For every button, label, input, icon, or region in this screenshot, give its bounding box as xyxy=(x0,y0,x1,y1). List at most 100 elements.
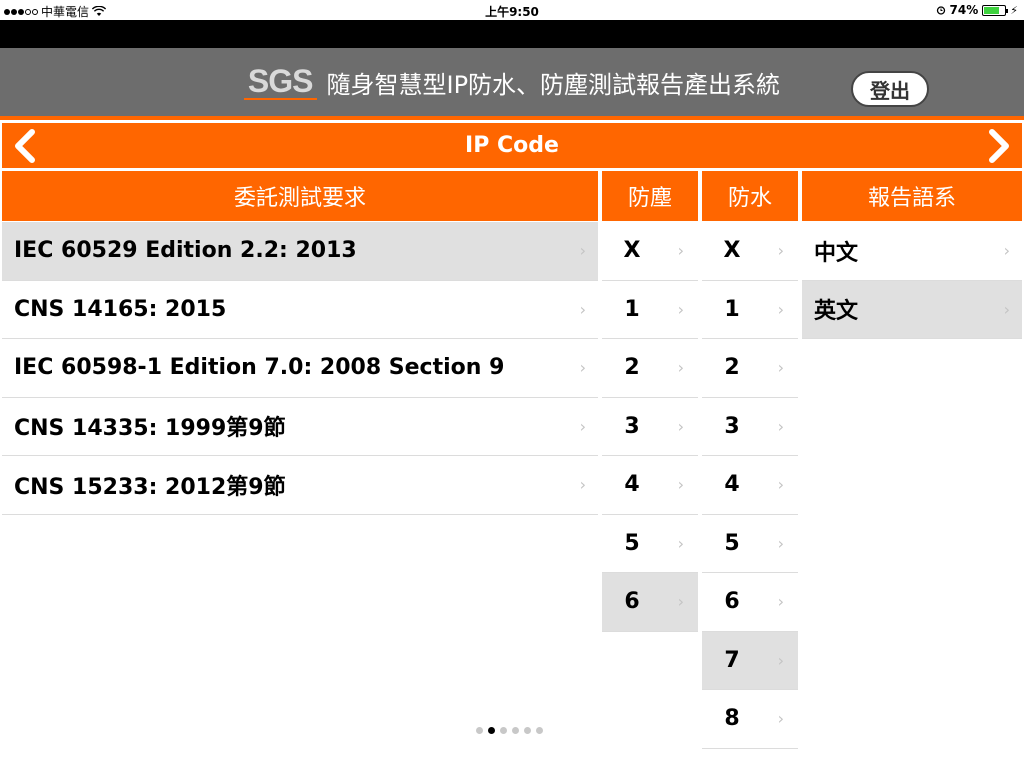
page-dot[interactable] xyxy=(524,727,531,734)
water-level-row[interactable]: 2 › xyxy=(702,339,798,398)
water-level-row[interactable]: X › xyxy=(702,222,798,281)
water-level-list: X › 1 › 2 › 3 › 4 › 5 › 6 › 7 › 8 › xyxy=(702,222,798,749)
chevron-right-icon: › xyxy=(579,416,586,436)
requirement-row[interactable]: CNS 15233: 2012第9節 › xyxy=(2,456,598,515)
water-level-row[interactable]: 7 › xyxy=(702,631,798,690)
page-dot[interactable] xyxy=(488,727,495,734)
ip-code-title: IP Code xyxy=(465,133,559,158)
dust-level-list: X › 1 › 2 › 3 › 4 › 5 › 6 › xyxy=(602,222,698,632)
dust-level-row[interactable]: 6 › xyxy=(602,573,698,632)
water-level-row-label: 1 xyxy=(724,296,740,322)
status-bar: 中華電信 上午9:50 74% ⚡ xyxy=(0,0,1024,20)
battery-icon xyxy=(982,4,1009,16)
dust-level-row-label: 6 xyxy=(624,589,640,615)
column-header-water: 防水 xyxy=(702,171,798,221)
page-dot[interactable] xyxy=(476,727,483,734)
dust-level-row-label: 1 xyxy=(624,296,640,322)
requirement-row[interactable]: IEC 60598-1 Edition 7.0: 2008 Section 9 › xyxy=(2,339,598,398)
chevron-right-icon: › xyxy=(677,358,684,378)
requirement-row-label: CNS 15233: 2012第9節 xyxy=(14,474,286,500)
top-black-band xyxy=(0,20,1024,48)
page-indicator xyxy=(476,727,543,734)
language-row-label: 英文 xyxy=(814,299,859,325)
chevron-right-icon: › xyxy=(777,299,784,319)
chevron-right-icon: › xyxy=(777,475,784,495)
chevron-right-icon: › xyxy=(777,416,784,436)
water-level-row-label: 6 xyxy=(724,589,740,615)
water-level-row[interactable]: 3 › xyxy=(702,397,798,456)
requirement-row[interactable]: CNS 14335: 1999第9節 › xyxy=(2,397,598,456)
dust-level-row[interactable]: X › xyxy=(602,222,698,281)
water-level-row[interactable]: 4 › xyxy=(702,456,798,515)
dust-level-row[interactable]: 4 › xyxy=(602,456,698,515)
language-row[interactable]: 英文 › xyxy=(802,280,1022,339)
chevron-left-icon[interactable] xyxy=(10,129,40,163)
column-header-requirement: 委託測試要求 xyxy=(2,171,598,221)
dust-level-row[interactable]: 1 › xyxy=(602,280,698,339)
column-header-dust: 防塵 xyxy=(602,171,698,221)
chevron-right-icon[interactable] xyxy=(984,129,1014,163)
logout-button[interactable]: 登出 xyxy=(851,71,929,107)
language-row-label: 中文 xyxy=(814,240,859,266)
chevron-right-icon: › xyxy=(777,650,784,670)
chevron-right-icon: › xyxy=(677,299,684,319)
water-level-row-label: 2 xyxy=(724,355,740,381)
chevron-right-icon: › xyxy=(777,241,784,261)
chevron-right-icon: › xyxy=(777,709,784,729)
requirement-row[interactable]: CNS 14165: 2015 › xyxy=(2,280,598,339)
chevron-right-icon: › xyxy=(777,358,784,378)
ip-code-bar: IP Code xyxy=(2,123,1022,168)
header-divider xyxy=(0,116,1024,120)
water-level-row-label: X xyxy=(723,238,741,264)
sgs-logo: SGS xyxy=(243,64,317,100)
dust-level-row[interactable]: 5 › xyxy=(602,514,698,573)
chevron-right-icon: › xyxy=(777,533,784,553)
requirement-row[interactable]: IEC 60529 Edition 2.2: 2013 › xyxy=(2,222,598,281)
chevron-right-icon: › xyxy=(1003,299,1010,319)
requirement-row-label: CNS 14335: 1999第9節 xyxy=(14,416,286,442)
chevron-right-icon: › xyxy=(677,592,684,612)
alarm-icon xyxy=(936,6,945,15)
water-level-row-label: 7 xyxy=(724,647,740,673)
chevron-right-icon: › xyxy=(579,241,586,261)
language-row[interactable]: 中文 › xyxy=(802,222,1022,281)
page-dot[interactable] xyxy=(512,727,519,734)
water-level-row-label: 5 xyxy=(724,530,740,556)
water-level-row-label: 8 xyxy=(724,706,740,732)
app-title: 隨身智慧型IP防水、防塵測試報告產出系統 xyxy=(326,70,781,99)
status-time: 上午9:50 xyxy=(485,5,539,19)
requirement-row-label: IEC 60529 Edition 2.2: 2013 xyxy=(14,238,357,264)
page-dot[interactable] xyxy=(536,727,543,734)
dust-level-row-label: 3 xyxy=(624,413,640,439)
battery-percent: 74% xyxy=(949,3,979,17)
chevron-right-icon: › xyxy=(1003,241,1010,261)
chevron-right-icon: › xyxy=(579,299,586,319)
dust-level-row-label: X xyxy=(623,238,641,264)
chevron-right-icon: › xyxy=(677,475,684,495)
chevron-right-icon: › xyxy=(579,475,586,495)
requirement-list: IEC 60529 Edition 2.2: 2013 › CNS 14165: 2… xyxy=(2,222,598,515)
page-dot[interactable] xyxy=(500,727,507,734)
column-header-language: 報告語系 xyxy=(802,171,1022,221)
dust-level-row[interactable]: 2 › xyxy=(602,339,698,398)
chevron-right-icon: › xyxy=(677,416,684,436)
water-level-row-label: 3 xyxy=(724,413,740,439)
dust-level-row[interactable]: 3 › xyxy=(602,397,698,456)
chevron-right-icon: › xyxy=(677,533,684,553)
requirement-row-label: IEC 60598-1 Edition 7.0: 2008 Section 9 xyxy=(14,355,505,381)
water-level-row[interactable]: 5 › xyxy=(702,514,798,573)
water-level-row[interactable]: 1 › xyxy=(702,280,798,339)
requirement-row-label: CNS 14165: 2015 xyxy=(14,296,227,322)
dust-level-row-label: 5 xyxy=(624,530,640,556)
language-list: 中文 › 英文 › xyxy=(802,222,1022,339)
water-level-row[interactable]: 8 › xyxy=(702,690,798,749)
chevron-right-icon: › xyxy=(579,358,586,378)
chevron-right-icon: › xyxy=(777,592,784,612)
status-right: 74% ⚡ xyxy=(936,3,1018,17)
chevron-right-icon: › xyxy=(677,241,684,261)
water-level-row[interactable]: 6 › xyxy=(702,573,798,632)
dust-level-row-label: 4 xyxy=(624,472,640,498)
dust-level-row-label: 2 xyxy=(624,355,640,381)
water-level-row-label: 4 xyxy=(724,472,740,498)
charging-icon: ⚡ xyxy=(1010,3,1018,17)
